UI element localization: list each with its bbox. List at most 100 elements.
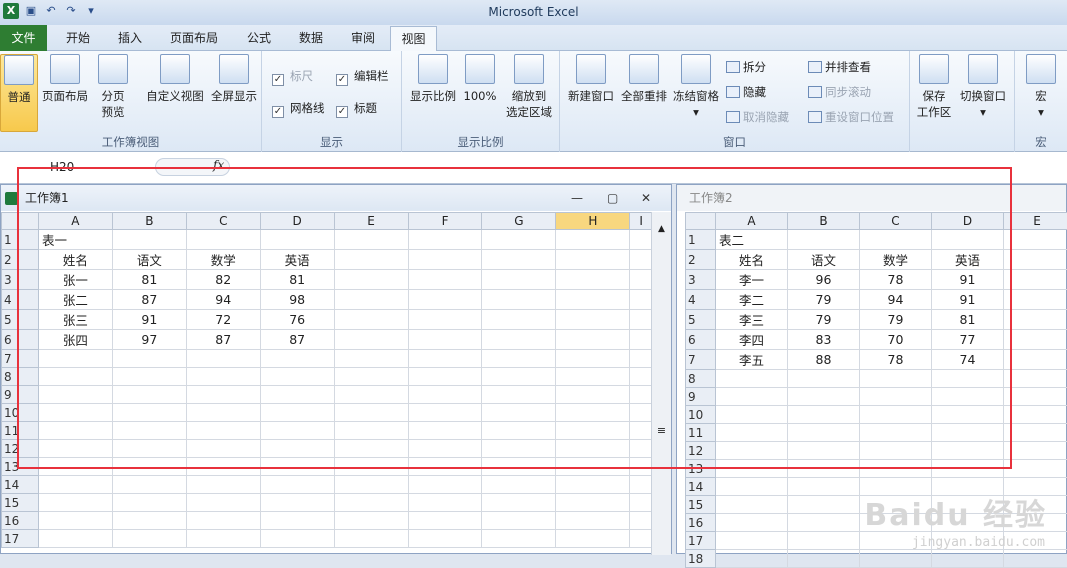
cell[interactable]: [630, 440, 653, 458]
cell[interactable]: [38, 440, 112, 458]
cell[interactable]: [186, 386, 260, 404]
column-header[interactable]: H: [556, 213, 630, 230]
cell[interactable]: [186, 422, 260, 440]
cell[interactable]: [38, 350, 112, 368]
cell[interactable]: [334, 404, 408, 422]
cell[interactable]: [260, 422, 334, 440]
cell[interactable]: [482, 330, 556, 350]
cell[interactable]: [932, 460, 1004, 478]
cell[interactable]: [260, 368, 334, 386]
hide-button[interactable]: 隐藏: [726, 83, 766, 101]
workbook1-titlebar[interactable]: 工作簿1 — ▢ ✕: [1, 185, 671, 211]
arrange-all-button[interactable]: 全部重排: [618, 54, 670, 104]
cell[interactable]: [630, 250, 653, 270]
cell[interactable]: [556, 250, 630, 270]
cell[interactable]: [334, 386, 408, 404]
cell[interactable]: [932, 406, 1004, 424]
cell[interactable]: [112, 404, 186, 422]
cell[interactable]: [38, 422, 112, 440]
cell[interactable]: [788, 550, 860, 568]
row-header[interactable]: 11: [686, 424, 716, 442]
cell[interactable]: [630, 350, 653, 368]
row-header[interactable]: 4: [2, 290, 39, 310]
page-layout-view-button[interactable]: 页面布局: [40, 54, 90, 104]
cell[interactable]: 79: [860, 310, 932, 330]
cell[interactable]: [334, 270, 408, 290]
cell[interactable]: [186, 458, 260, 476]
cell[interactable]: 李一: [716, 270, 788, 290]
row-header[interactable]: 15: [686, 496, 716, 514]
column-header[interactable]: B: [112, 213, 186, 230]
macros-button[interactable]: 宏▾: [1021, 54, 1061, 120]
tab-home[interactable]: 开始: [56, 26, 100, 50]
cell[interactable]: [482, 350, 556, 368]
cell[interactable]: [334, 290, 408, 310]
save-workspace-button[interactable]: 保存工作区: [914, 54, 954, 120]
column-header[interactable]: F: [408, 213, 482, 230]
cell[interactable]: 表二: [716, 230, 788, 250]
cell[interactable]: 张二: [38, 290, 112, 310]
cell[interactable]: [186, 440, 260, 458]
cell[interactable]: 姓名: [716, 250, 788, 270]
tab-formulas[interactable]: 公式: [237, 26, 281, 50]
row-header[interactable]: 1: [686, 230, 716, 250]
row-header[interactable]: 17: [686, 532, 716, 550]
row-header[interactable]: 6: [2, 330, 39, 350]
tab-page-layout[interactable]: 页面布局: [163, 26, 225, 50]
column-header[interactable]: B: [788, 213, 860, 230]
cell[interactable]: [788, 442, 860, 460]
column-header[interactable]: A: [38, 213, 112, 230]
cell[interactable]: [38, 494, 112, 512]
cell[interactable]: 87: [260, 330, 334, 350]
cell[interactable]: [788, 230, 860, 250]
cell[interactable]: [260, 440, 334, 458]
cell[interactable]: 李三: [716, 310, 788, 330]
cell[interactable]: [482, 476, 556, 494]
cell[interactable]: [482, 310, 556, 330]
row-header[interactable]: 17: [2, 530, 39, 548]
cell[interactable]: 88: [788, 350, 860, 370]
row-header[interactable]: 7: [2, 350, 39, 368]
cell[interactable]: 78: [860, 350, 932, 370]
cell[interactable]: [932, 388, 1004, 406]
cell[interactable]: [38, 368, 112, 386]
cell[interactable]: [334, 458, 408, 476]
cell[interactable]: 97: [112, 330, 186, 350]
row-header[interactable]: 13: [2, 458, 39, 476]
cell[interactable]: [630, 530, 653, 548]
row-header[interactable]: 11: [2, 422, 39, 440]
cell[interactable]: [112, 458, 186, 476]
zoom-to-selection-button[interactable]: 缩放到选定区域: [502, 54, 556, 120]
cell[interactable]: 91: [112, 310, 186, 330]
row-header[interactable]: 10: [686, 406, 716, 424]
cell[interactable]: [716, 388, 788, 406]
cell[interactable]: 91: [932, 270, 1004, 290]
cell[interactable]: [556, 512, 630, 530]
switch-windows-button[interactable]: 切换窗口▾: [956, 54, 1010, 120]
name-box[interactable]: H20: [50, 160, 74, 174]
cell[interactable]: [860, 370, 932, 388]
cell[interactable]: [716, 370, 788, 388]
cell[interactable]: [556, 530, 630, 548]
cell[interactable]: [630, 404, 653, 422]
cell[interactable]: [334, 530, 408, 548]
cell[interactable]: 李五: [716, 350, 788, 370]
cell[interactable]: [716, 496, 788, 514]
cell[interactable]: [1004, 370, 1067, 388]
cell[interactable]: [408, 494, 482, 512]
cell[interactable]: [186, 368, 260, 386]
cell[interactable]: [556, 440, 630, 458]
cell[interactable]: [932, 550, 1004, 568]
cell[interactable]: [1004, 388, 1067, 406]
normal-view-button[interactable]: 普通: [0, 54, 38, 132]
cell[interactable]: [1004, 460, 1067, 478]
cell[interactable]: [482, 368, 556, 386]
cell[interactable]: 张三: [38, 310, 112, 330]
cell[interactable]: [788, 424, 860, 442]
cell[interactable]: [860, 442, 932, 460]
cell[interactable]: [1004, 406, 1067, 424]
cell[interactable]: [556, 310, 630, 330]
cell[interactable]: [334, 368, 408, 386]
scroll-thumb[interactable]: ≡: [652, 424, 671, 437]
cell[interactable]: 87: [112, 290, 186, 310]
